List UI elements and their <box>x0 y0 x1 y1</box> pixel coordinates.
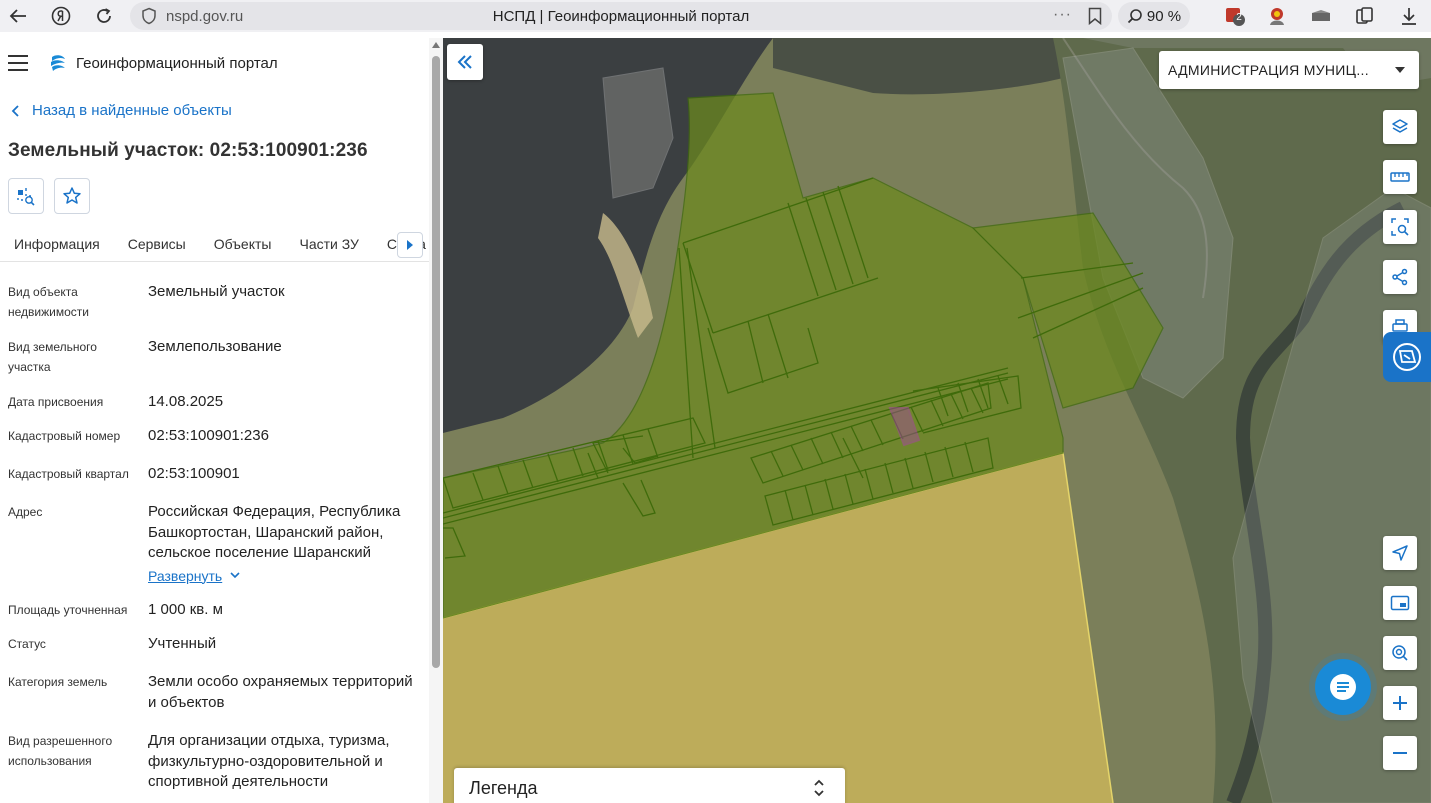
property-value: 1 000 кв. м <box>148 601 223 618</box>
property-label: Площадь уточненная <box>8 603 128 617</box>
chat-button[interactable] <box>1315 659 1371 715</box>
select-area-button[interactable] <box>1383 210 1417 244</box>
property-value: Земли особо охраняемых территорий и объе… <box>148 673 413 711</box>
expand-address-link[interactable]: Развернуть <box>148 566 240 587</box>
property-label: Кадастровый квартал <box>8 467 129 481</box>
chevron-left-icon <box>11 104 19 117</box>
shield-icon <box>142 7 156 25</box>
reload-icon[interactable] <box>89 1 119 31</box>
object-info-panel: Геоинформационный портал Назад в найденн… <box>0 38 443 803</box>
url-text: nspd.gov.ru <box>166 7 244 25</box>
yandex-icon[interactable] <box>46 1 76 31</box>
layers-button[interactable] <box>1383 110 1417 144</box>
property-value: 14.08.2025 <box>148 393 224 410</box>
layer-select-value: АДМИНИСТРАЦИЯ МУНИЦ... <box>1168 62 1369 78</box>
tabs-scroll-right-button[interactable] <box>397 232 423 258</box>
show-on-map-button[interactable] <box>8 178 44 214</box>
picture-in-picture-icon <box>1390 595 1410 611</box>
scroll-up-icon[interactable] <box>432 42 440 48</box>
share-button[interactable] <box>1383 260 1417 294</box>
property-label: Кадастровый номер <box>8 429 121 443</box>
extension-badge: 2 <box>1236 12 1242 23</box>
property-value: Землепользование <box>148 338 282 355</box>
back-to-results-link[interactable]: Назад в найденные объекты <box>10 102 232 119</box>
tab-information[interactable]: Информация <box>0 226 114 261</box>
layers-icon <box>1392 119 1408 133</box>
area-search-icon <box>1391 218 1409 236</box>
legend-label: Легенда <box>469 777 538 798</box>
property-label: Категория земель <box>8 675 108 689</box>
scrollbar-thumb[interactable] <box>432 56 440 668</box>
location-search-icon <box>1392 645 1408 661</box>
chevron-down-icon <box>1395 67 1405 73</box>
property-value: Земельный участок <box>148 283 285 300</box>
feedback-tab-button[interactable] <box>1383 332 1431 382</box>
menu-icon[interactable] <box>8 55 28 71</box>
ruler-icon <box>1390 172 1410 182</box>
map-canvas[interactable]: АДМИНИСТРАЦИЯ МУНИЦ... Легенда <box>443 38 1431 803</box>
property-value-wrap: Российская Федерация, Республика Башкорт… <box>148 502 416 587</box>
tab-parts[interactable]: Части ЗУ <box>285 226 372 261</box>
share-icon <box>1392 268 1408 286</box>
favorite-button[interactable] <box>54 178 90 214</box>
tab-title: НСПД | Геоинформационный портал <box>492 7 750 25</box>
download-icon[interactable] <box>1398 5 1420 27</box>
satellite-map[interactable] <box>443 38 1431 803</box>
panel-header: Геоинформационный портал <box>0 38 429 88</box>
property-label: Статус <box>8 637 46 651</box>
zoom-icon <box>1127 9 1142 24</box>
property-value: Учтенный <box>148 635 217 652</box>
expand-label: Развернуть <box>148 567 223 584</box>
search-location-button[interactable] <box>1383 636 1417 670</box>
portal-logo-icon <box>51 55 65 71</box>
zoom-out-button[interactable] <box>1383 736 1417 770</box>
tab-objects[interactable]: Объекты <box>200 226 286 261</box>
megaphone-icon <box>1393 343 1421 371</box>
browser-toolbar: nspd.gov.ru НСПД | Геоинформационный пор… <box>0 0 1431 32</box>
star-icon <box>63 187 81 204</box>
minimap-button[interactable] <box>1383 586 1417 620</box>
bookmark-icon[interactable] <box>1088 7 1102 25</box>
ruler-button[interactable] <box>1383 160 1417 194</box>
property-value: 02:53:100901:236 <box>148 427 269 444</box>
extension-avatar-icon[interactable] <box>1266 5 1288 27</box>
collapse-panel-button[interactable] <box>447 44 483 80</box>
chat-icon <box>1330 674 1356 700</box>
expand-collapse-icon[interactable] <box>813 778 825 798</box>
zoom-in-button[interactable] <box>1383 686 1417 720</box>
property-label: Вид разрешенного использования <box>8 734 113 768</box>
property-label: Дата присвоения <box>8 395 104 409</box>
portal-name: Геоинформационный портал <box>76 54 278 72</box>
property-label: Адрес <box>8 505 43 519</box>
layer-select[interactable]: АДМИНИСТРАЦИЯ МУНИЦ... <box>1159 51 1419 89</box>
property-label: Вид объекта недвижимости <box>8 285 89 319</box>
property-value: 02:53:100901 <box>148 465 240 482</box>
property-label: Вид земельного участка <box>8 340 97 374</box>
my-location-button[interactable] <box>1383 536 1417 570</box>
extension-icon[interactable]: 2 <box>1224 5 1246 27</box>
back-arrow-icon[interactable] <box>3 1 33 31</box>
navigation-arrow-icon <box>1392 545 1408 561</box>
zoom-indicator[interactable]: 90 % <box>1118 2 1190 30</box>
panel-scrollbar[interactable] <box>429 38 443 803</box>
tab-services[interactable]: Сервисы <box>114 226 200 261</box>
address-bar[interactable]: nspd.gov.ru НСПД | Геоинформационный пор… <box>130 2 1112 30</box>
chevron-down-icon <box>230 572 240 579</box>
zoom-level: 90 % <box>1146 7 1182 25</box>
minus-icon <box>1393 752 1407 754</box>
info-tabs: Информация Сервисы Объекты Части ЗУ Сост… <box>0 226 429 262</box>
double-chevron-left-icon <box>457 55 472 69</box>
property-value: Для организации отдыха, туризма, физкуль… <box>148 732 390 790</box>
page-title: Земельный участок: 02:53:100901:236 <box>8 140 368 161</box>
extension-wallet-icon[interactable] <box>1310 5 1332 27</box>
back-label: Назад в найденные объекты <box>32 102 232 119</box>
plus-icon <box>1393 696 1407 710</box>
more-icon[interactable]: ··· <box>1053 6 1072 24</box>
legend-panel[interactable]: Легенда <box>454 768 845 803</box>
chevron-right-icon <box>407 240 413 250</box>
collections-icon[interactable] <box>1354 5 1376 27</box>
locate-object-icon <box>17 188 35 206</box>
address-value: Российская Федерация, Республика Башкорт… <box>148 503 401 561</box>
